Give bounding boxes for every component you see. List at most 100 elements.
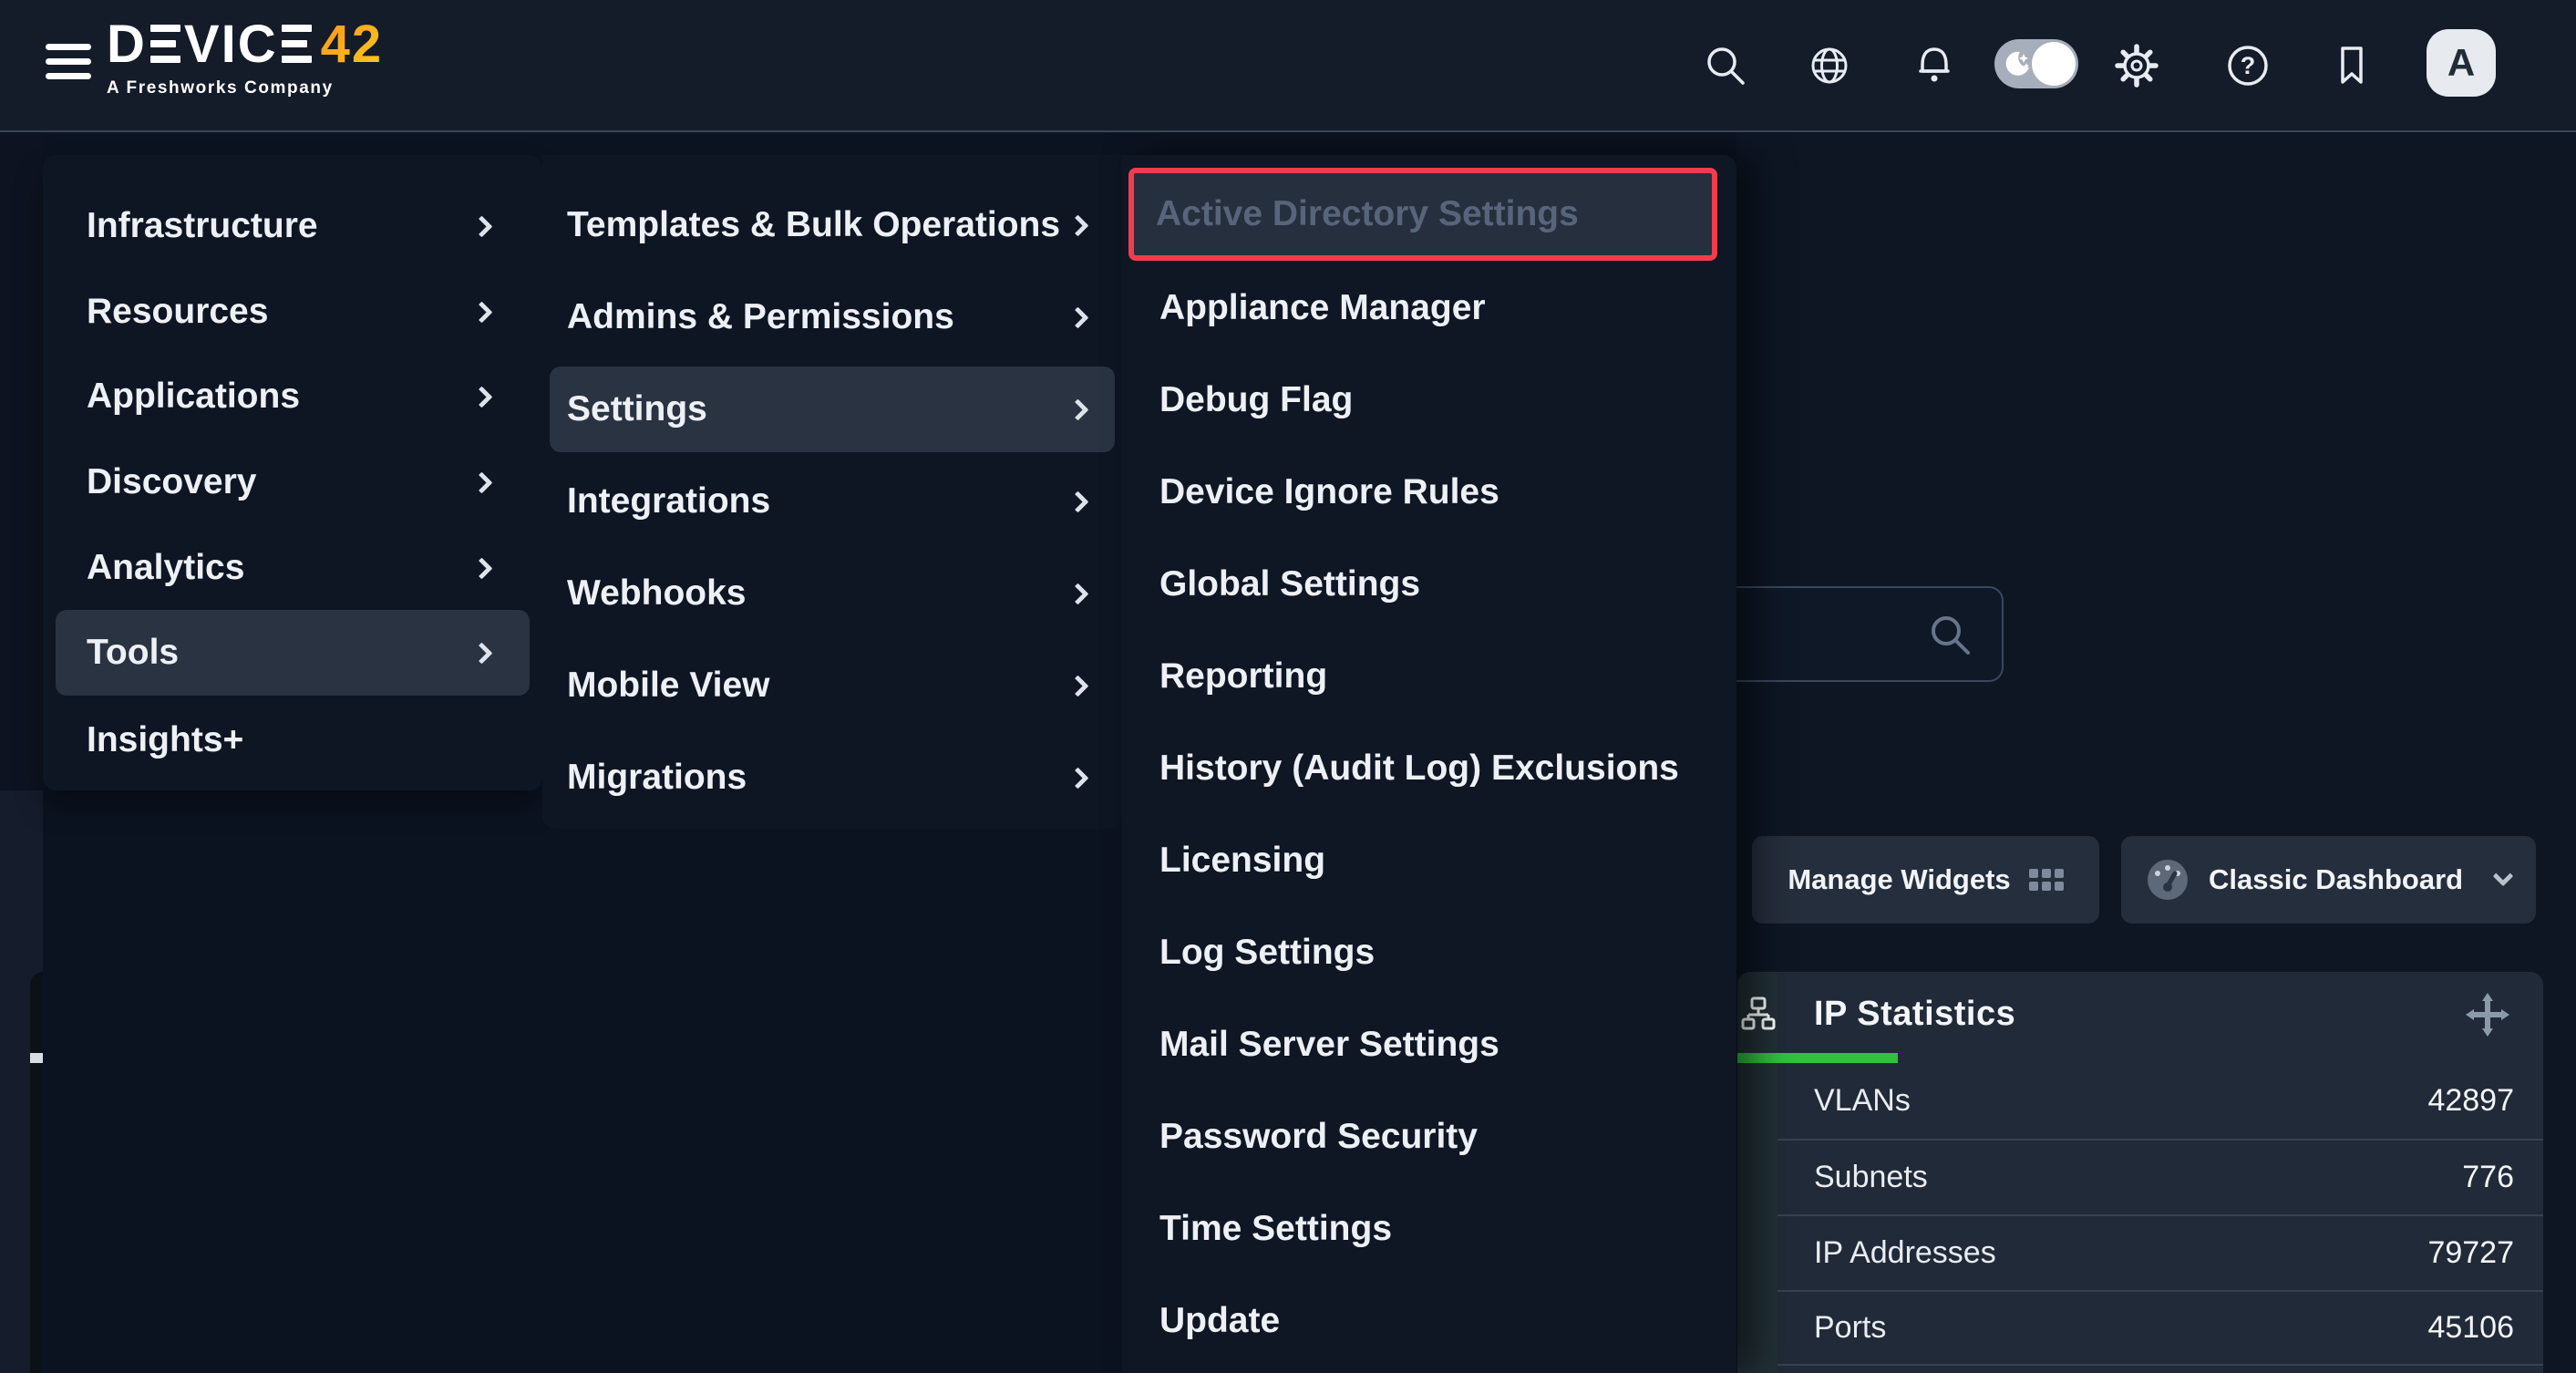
toggle-knob — [2032, 42, 2076, 86]
menu-item-migrations[interactable]: Migrations — [542, 735, 1122, 821]
top-navigation-bar: D VIC 42 A Freshworks Company — [0, 0, 2576, 132]
menu-item-global-settings[interactable]: Global Settings — [1122, 542, 1736, 627]
menu-item-mail-server-settings[interactable]: Mail Server Settings — [1122, 1002, 1736, 1088]
menu-item-log-settings[interactable]: Log Settings — [1122, 910, 1736, 996]
brand-wordmark: D VIC 42 — [107, 15, 383, 73]
device42-logo[interactable]: D VIC 42 A Freshworks Company — [107, 15, 383, 98]
row-label: VLANs — [1814, 1083, 1911, 1119]
menu-item-label: Reporting — [1159, 656, 1327, 697]
menu-item-debug-flag[interactable]: Debug Flag — [1122, 357, 1736, 443]
menu-item-integrations[interactable]: Integrations — [542, 459, 1122, 544]
menu-level1-panel: Infrastructure Resources Applications Di… — [43, 155, 542, 790]
menu-item-label: Mail Server Settings — [1159, 1025, 1499, 1065]
menu-item-insights-plus[interactable]: Insights+ — [43, 697, 542, 783]
stylized-e-glyph — [282, 25, 312, 63]
chevron-down-icon — [2493, 866, 2514, 887]
menu-item-discovery[interactable]: Discovery — [43, 439, 542, 525]
device42-app: Manage Widgets Classic Dashboard — [0, 0, 2576, 1373]
bookmarks-button[interactable] — [2329, 43, 2375, 88]
menu-item-update[interactable]: Update — [1122, 1278, 1736, 1364]
global-search-button[interactable] — [1703, 43, 1748, 88]
chevron-right-icon — [470, 557, 492, 579]
settings-gear-button[interactable] — [2114, 43, 2159, 88]
language-globe-button[interactable] — [1807, 43, 1852, 88]
chevron-right-icon — [1066, 767, 1088, 789]
chevron-right-icon — [1066, 306, 1088, 328]
chevron-right-icon — [470, 301, 492, 323]
moon-icon — [2002, 48, 2033, 79]
menu-item-infrastructure[interactable]: Infrastructure — [43, 183, 542, 269]
row-value: 776 — [2462, 1160, 2514, 1195]
manage-widgets-button[interactable]: Manage Widgets — [1752, 836, 2099, 924]
sitemap-icon — [1741, 996, 1776, 1032]
chevron-right-icon — [1066, 675, 1088, 697]
row-value: 79727 — [2427, 1235, 2514, 1271]
svg-text:?: ? — [2241, 52, 2256, 79]
chevron-right-icon — [1066, 398, 1088, 420]
user-avatar[interactable]: A — [2427, 29, 2496, 97]
menu-item-label: Mobile View — [567, 666, 770, 706]
table-row: IP Addresses 79727 — [1777, 1214, 2543, 1290]
menu-item-reporting[interactable]: Reporting — [1122, 634, 1736, 719]
chevron-right-icon — [1066, 214, 1088, 236]
menu-level2-panel: Templates & Bulk Operations Admins & Per… — [542, 155, 1122, 829]
menu-item-label: Migrations — [567, 758, 747, 798]
menu-item-templates-bulk-operations[interactable]: Templates & Bulk Operations — [542, 182, 1122, 268]
menu-item-label: Applications — [87, 377, 300, 417]
move-widget-icon[interactable] — [2465, 992, 2510, 1037]
menu-item-label: Device Ignore Rules — [1159, 472, 1499, 512]
menu-item-label: Active Directory Settings — [1156, 194, 1579, 234]
hamburger-menu-icon[interactable] — [46, 44, 97, 86]
chevron-right-icon — [470, 471, 492, 493]
menu-item-settings[interactable]: Settings — [550, 366, 1115, 452]
search-icon — [1703, 43, 1748, 88]
dark-mode-toggle[interactable] — [1994, 39, 2078, 88]
menu-item-label: Integrations — [567, 481, 770, 521]
row-value: 45106 — [2427, 1310, 2514, 1346]
row-label: IP Addresses — [1814, 1235, 1996, 1271]
widgets-grid-icon — [2029, 869, 2064, 891]
help-button[interactable]: ? — [2225, 43, 2271, 88]
menu-item-admins-permissions[interactable]: Admins & Permissions — [542, 274, 1122, 360]
table-row: Ports 45106 — [1777, 1290, 2543, 1366]
widget-progress-bar — [1737, 1053, 1898, 1063]
chevron-right-icon — [470, 386, 492, 408]
menu-item-analytics[interactable]: Analytics — [43, 525, 542, 611]
stylized-e-glyph — [150, 25, 180, 63]
chevron-right-icon — [470, 642, 492, 664]
menu-item-appliance-manager[interactable]: Appliance Manager — [1122, 265, 1736, 351]
menu-item-label: Time Settings — [1159, 1209, 1392, 1249]
widget-icon-strip — [1737, 972, 1777, 1373]
chevron-right-icon — [1066, 583, 1088, 604]
dashboard-selector-button[interactable]: Classic Dashboard — [2121, 836, 2536, 924]
widget-title: IP Statistics — [1814, 972, 2015, 1056]
menu-item-licensing[interactable]: Licensing — [1122, 818, 1736, 903]
menu-item-mobile-view[interactable]: Mobile View — [542, 643, 1122, 728]
row-label: Ports — [1814, 1310, 1886, 1346]
menu-item-applications[interactable]: Applications — [43, 354, 542, 439]
menu-item-label: Resources — [87, 292, 268, 332]
manage-widgets-label: Manage Widgets — [1788, 863, 2010, 896]
menu-item-resources[interactable]: Resources — [43, 269, 542, 355]
menu-item-webhooks[interactable]: Webhooks — [542, 551, 1122, 636]
menu-item-active-directory-settings[interactable]: Active Directory Settings — [1128, 168, 1717, 261]
table-row: Subnets 776 — [1777, 1139, 2543, 1214]
menu-item-history-audit-log-exclusions[interactable]: History (Audit Log) Exclusions — [1122, 726, 1736, 811]
notifications-button[interactable] — [1911, 43, 1957, 88]
brand-tagline: A Freshworks Company — [107, 78, 383, 98]
menu-item-label: Debug Flag — [1159, 380, 1353, 420]
menu-item-label: Password Security — [1159, 1117, 1478, 1157]
bookmark-icon — [2329, 43, 2375, 88]
menu-item-label: Insights+ — [87, 720, 243, 760]
gear-icon — [2114, 43, 2159, 88]
avatar-initial: A — [2447, 41, 2475, 85]
bell-icon — [1911, 43, 1957, 88]
menu-item-label: Infrastructure — [87, 206, 318, 246]
menu-item-tools[interactable]: Tools — [56, 610, 530, 696]
menu-item-device-ignore-rules[interactable]: Device Ignore Rules — [1122, 449, 1736, 535]
menu-level3-panel: Active Directory Settings Appliance Mana… — [1122, 155, 1736, 1373]
menu-item-label: Discovery — [87, 462, 256, 502]
menu-item-password-security[interactable]: Password Security — [1122, 1094, 1736, 1180]
menu-item-time-settings[interactable]: Time Settings — [1122, 1186, 1736, 1272]
dashboard-selector-label: Classic Dashboard — [2209, 863, 2463, 896]
